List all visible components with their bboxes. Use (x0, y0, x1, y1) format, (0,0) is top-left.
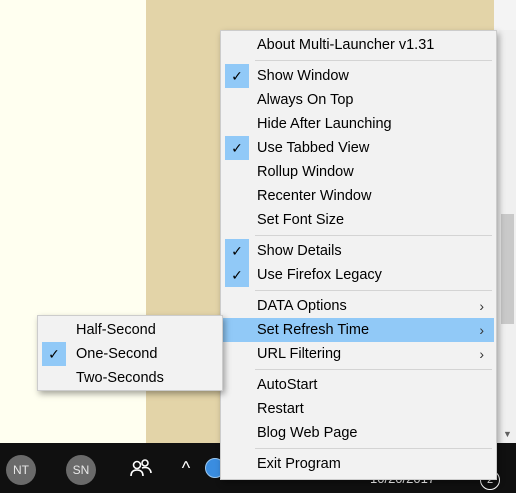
submenu-item-label: One-Second (76, 346, 158, 362)
submenu-item-one-second[interactable]: ✓ One-Second (40, 342, 220, 366)
checkmark-icon: ✓ (225, 136, 249, 160)
menu-separator (255, 290, 492, 291)
menu-separator (255, 369, 492, 370)
checkmark-icon: ✓ (42, 342, 66, 366)
submenu-item-half-second[interactable]: Half-Second (40, 318, 220, 342)
submenu-item-two-seconds[interactable]: Two-Seconds (40, 366, 220, 390)
checkmark-icon: ✓ (225, 239, 249, 263)
menu-item-url-filtering[interactable]: URL Filtering › (223, 342, 494, 366)
menu-item-hide-after-launching[interactable]: Hide After Launching (223, 112, 494, 136)
submenu-arrow-icon: › (479, 298, 484, 314)
menu-item-label: Use Tabbed View (257, 140, 370, 156)
checkmark-icon: ✓ (225, 263, 249, 287)
menu-item-exit-program[interactable]: Exit Program (223, 452, 494, 476)
menu-item-about[interactable]: About Multi-Launcher v1.31 (223, 33, 494, 57)
menu-item-use-firefox-legacy[interactable]: ✓ Use Firefox Legacy (223, 263, 494, 287)
menu-item-label: Hide After Launching (257, 116, 392, 132)
menu-item-label: Show Window (257, 68, 349, 84)
menu-separator (255, 60, 492, 61)
menu-item-label: Rollup Window (257, 164, 354, 180)
scroll-down-arrow-icon[interactable]: ▼ (499, 426, 516, 443)
menu-item-label: AutoStart (257, 377, 318, 393)
menu-item-restart[interactable]: Restart (223, 397, 494, 421)
menu-item-label: Set Font Size (257, 212, 345, 228)
submenu-item-label: Half-Second (76, 322, 156, 338)
menu-item-show-window[interactable]: ✓ Show Window (223, 64, 494, 88)
menu-separator (255, 448, 492, 449)
menu-item-data-options[interactable]: DATA Options › (223, 294, 494, 318)
refresh-time-submenu: Half-Second ✓ One-Second Two-Seconds (37, 315, 223, 391)
submenu-arrow-icon: › (479, 346, 484, 362)
menu-item-set-font-size[interactable]: Set Font Size (223, 208, 494, 232)
menu-item-autostart[interactable]: AutoStart (223, 373, 494, 397)
menu-item-recenter-window[interactable]: Recenter Window (223, 184, 494, 208)
people-icon[interactable] (128, 457, 154, 481)
menu-item-use-tabbed-view[interactable]: ✓ Use Tabbed View (223, 136, 494, 160)
scrollbar-thumb[interactable] (501, 214, 514, 324)
menu-item-set-refresh-time[interactable]: Set Refresh Time › (223, 318, 494, 342)
taskbar-avatar-sn[interactable]: SN (66, 455, 96, 485)
menu-item-label: DATA Options (257, 298, 347, 314)
menu-item-label: Always On Top (257, 92, 354, 108)
menu-item-label: Recenter Window (257, 188, 372, 204)
menu-separator (255, 235, 492, 236)
submenu-arrow-icon: › (479, 322, 484, 338)
submenu-item-label: Two-Seconds (76, 370, 164, 386)
context-menu: About Multi-Launcher v1.31 ✓ Show Window… (220, 30, 497, 480)
scrollbar[interactable]: ▼ (499, 30, 516, 443)
menu-item-label: Exit Program (257, 456, 341, 472)
menu-item-label: About Multi-Launcher v1.31 (257, 37, 435, 53)
show-hidden-icons-chevron-icon[interactable]: ^ (176, 453, 196, 483)
menu-item-label: Set Refresh Time (257, 322, 370, 338)
menu-item-blog-web-page[interactable]: Blog Web Page (223, 421, 494, 445)
menu-item-label: Restart (257, 401, 304, 417)
menu-item-label: Use Firefox Legacy (257, 267, 382, 283)
taskbar-avatar-nt[interactable]: NT (6, 455, 36, 485)
menu-item-label: Show Details (257, 243, 342, 259)
menu-item-rollup-window[interactable]: Rollup Window (223, 160, 494, 184)
menu-item-label: URL Filtering (257, 346, 342, 362)
menu-item-label: Blog Web Page (257, 425, 358, 441)
checkmark-icon: ✓ (225, 64, 249, 88)
menu-item-show-details[interactable]: ✓ Show Details (223, 239, 494, 263)
menu-item-always-on-top[interactable]: Always On Top (223, 88, 494, 112)
